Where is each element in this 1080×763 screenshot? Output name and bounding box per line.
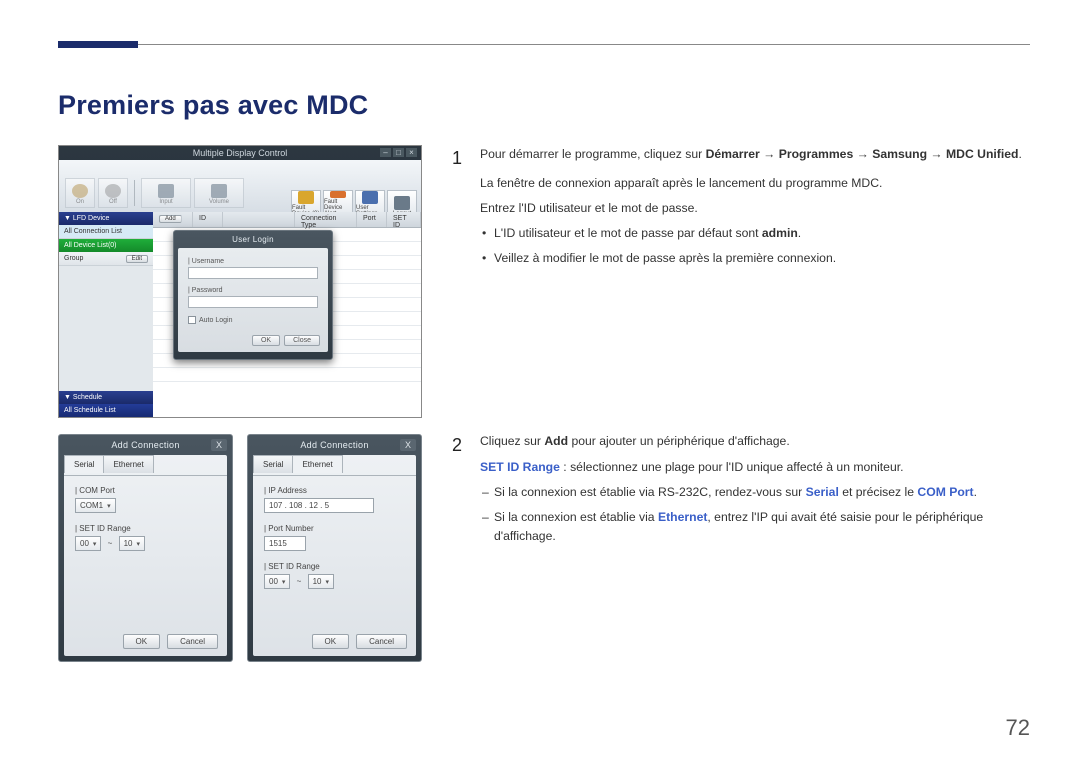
chevron-down-icon: ▾ (282, 578, 286, 586)
power-on-button[interactable]: On (65, 178, 95, 208)
page-title: Premiers pas avec MDC (58, 90, 1030, 121)
password-label: | Password (188, 287, 318, 294)
chevron-down-icon: ▾ (107, 502, 111, 510)
mdc-window-title: Multiple Display Control (59, 148, 421, 158)
ok-button[interactable]: OK (312, 634, 350, 649)
add-connection-serial-dialog: Add Connection X Serial Ethernet | COM P… (58, 434, 233, 662)
step-number: 1 (452, 145, 466, 274)
dialog-title: Add Connection (59, 435, 232, 455)
setid-to-select[interactable]: 10▾ (308, 574, 334, 589)
step-number: 2 (452, 432, 466, 553)
step-2: 2 Cliquez sur Add pour ajouter un périph… (452, 432, 1030, 553)
window-control-buttons: –□× (380, 148, 417, 157)
col-conn-type: Connection Type (295, 212, 357, 227)
com-port-select[interactable]: COM1▾ (75, 498, 116, 513)
header-rule (58, 44, 1030, 45)
port-number-label: | Port Number (264, 524, 405, 533)
username-label: | Username (188, 258, 318, 265)
warning-icon (298, 191, 314, 204)
port-number-input[interactable]: 1515 (264, 536, 306, 551)
step2-intro: Cliquez sur Add pour ajouter un périphér… (480, 432, 1030, 451)
ok-button[interactable]: OK (123, 634, 161, 649)
step2-dash1: Si la connexion est établie via RS-232C,… (494, 483, 1030, 502)
sidebar: ▼ LFD Device All Connection List All Dev… (59, 212, 153, 417)
dialog-title: User Login (174, 231, 332, 248)
tab-ethernet[interactable]: Ethernet (292, 455, 342, 473)
col-setid: SET ID (387, 212, 421, 227)
add-connection-ethernet-dialog: Add Connection X Serial Ethernet | IP Ad… (247, 434, 422, 662)
cancel-button[interactable]: Cancel (167, 634, 218, 649)
col-port: Port (357, 212, 387, 227)
user-login-dialog: User Login | Username | Password Auto (173, 230, 333, 360)
close-icon[interactable]: X (211, 439, 227, 451)
step1-line2: La fenêtre de connexion apparaît après l… (480, 174, 1022, 193)
step1-intro: Pour démarrer le programme, cliquez sur … (480, 145, 1022, 164)
step1-bullet1: L'ID utilisateur et le mot de passe par … (494, 224, 1022, 243)
chevron-down-icon: ▾ (93, 540, 97, 548)
setid-range-label: | SET ID Range (75, 524, 216, 533)
login-ok-button[interactable]: OK (252, 335, 280, 346)
chevron-down-icon: ▾ (325, 578, 329, 586)
step1-bullet2: Veillez à modifier le mot de passe après… (494, 249, 1022, 268)
com-port-label: | COM Port (75, 486, 216, 495)
group-edit-button[interactable]: Edit (126, 255, 148, 263)
sidebar-all-connection[interactable]: All Connection List (59, 225, 153, 239)
chevron-down-icon: ▾ (136, 540, 140, 548)
volume-button[interactable]: Volume (194, 178, 244, 208)
sidebar-schedule-header[interactable]: ▼ Schedule (59, 391, 153, 404)
logout-icon (394, 196, 410, 210)
add-button[interactable]: Add (159, 215, 182, 223)
cancel-button[interactable]: Cancel (356, 634, 407, 649)
setid-range-label: | SET ID Range (264, 562, 405, 571)
ribbon-toolbar: On Off Input Volume Fault Device (0) Fau… (59, 160, 421, 212)
step1-line3: Entrez l'ID utilisateur et le mot de pas… (480, 199, 1022, 218)
setid-from-select[interactable]: 00▾ (75, 536, 101, 551)
sidebar-group-row: Group Edit (59, 252, 153, 266)
sidebar-lfd-header[interactable]: ▼ LFD Device (59, 212, 153, 225)
setid-to-select[interactable]: 10▾ (119, 536, 145, 551)
step2-setid: SET ID Range : sélectionnez une plage po… (480, 458, 1030, 477)
connection-tabs: Serial Ethernet (253, 455, 416, 473)
connection-tabs: Serial Ethernet (64, 455, 227, 473)
sidebar-all-schedule[interactable]: All Schedule List (59, 404, 153, 417)
power-off-button[interactable]: Off (98, 178, 128, 208)
login-close-button[interactable]: Close (284, 335, 320, 346)
tab-serial[interactable]: Serial (253, 455, 293, 473)
auto-login-checkbox[interactable] (188, 316, 196, 324)
alert-icon (330, 191, 346, 198)
step-1: 1 Pour démarrer le programme, cliquez su… (452, 145, 1030, 274)
step2-dash2: Si la connexion est établie via Ethernet… (494, 508, 1030, 546)
ip-address-label: | IP Address (264, 486, 405, 495)
user-icon (362, 191, 378, 204)
page-number: 72 (1006, 715, 1030, 741)
password-input[interactable] (188, 296, 318, 308)
ip-address-input[interactable]: 107 . 108 . 12 . 5 (264, 498, 374, 513)
col-id: ID (193, 212, 223, 227)
setid-from-select[interactable]: 00▾ (264, 574, 290, 589)
auto-login-label: Auto Login (199, 317, 232, 324)
input-button[interactable]: Input (141, 178, 191, 208)
screenshot-mdc-main: Multiple Display Control –□× Home Pictur… (58, 145, 422, 418)
close-icon[interactable]: X (400, 439, 416, 451)
tab-serial[interactable]: Serial (64, 455, 104, 473)
username-input[interactable] (188, 267, 318, 279)
dialog-title: Add Connection (248, 435, 421, 455)
sidebar-all-device[interactable]: All Device List(0) (59, 239, 153, 252)
tab-ethernet[interactable]: Ethernet (103, 455, 153, 473)
